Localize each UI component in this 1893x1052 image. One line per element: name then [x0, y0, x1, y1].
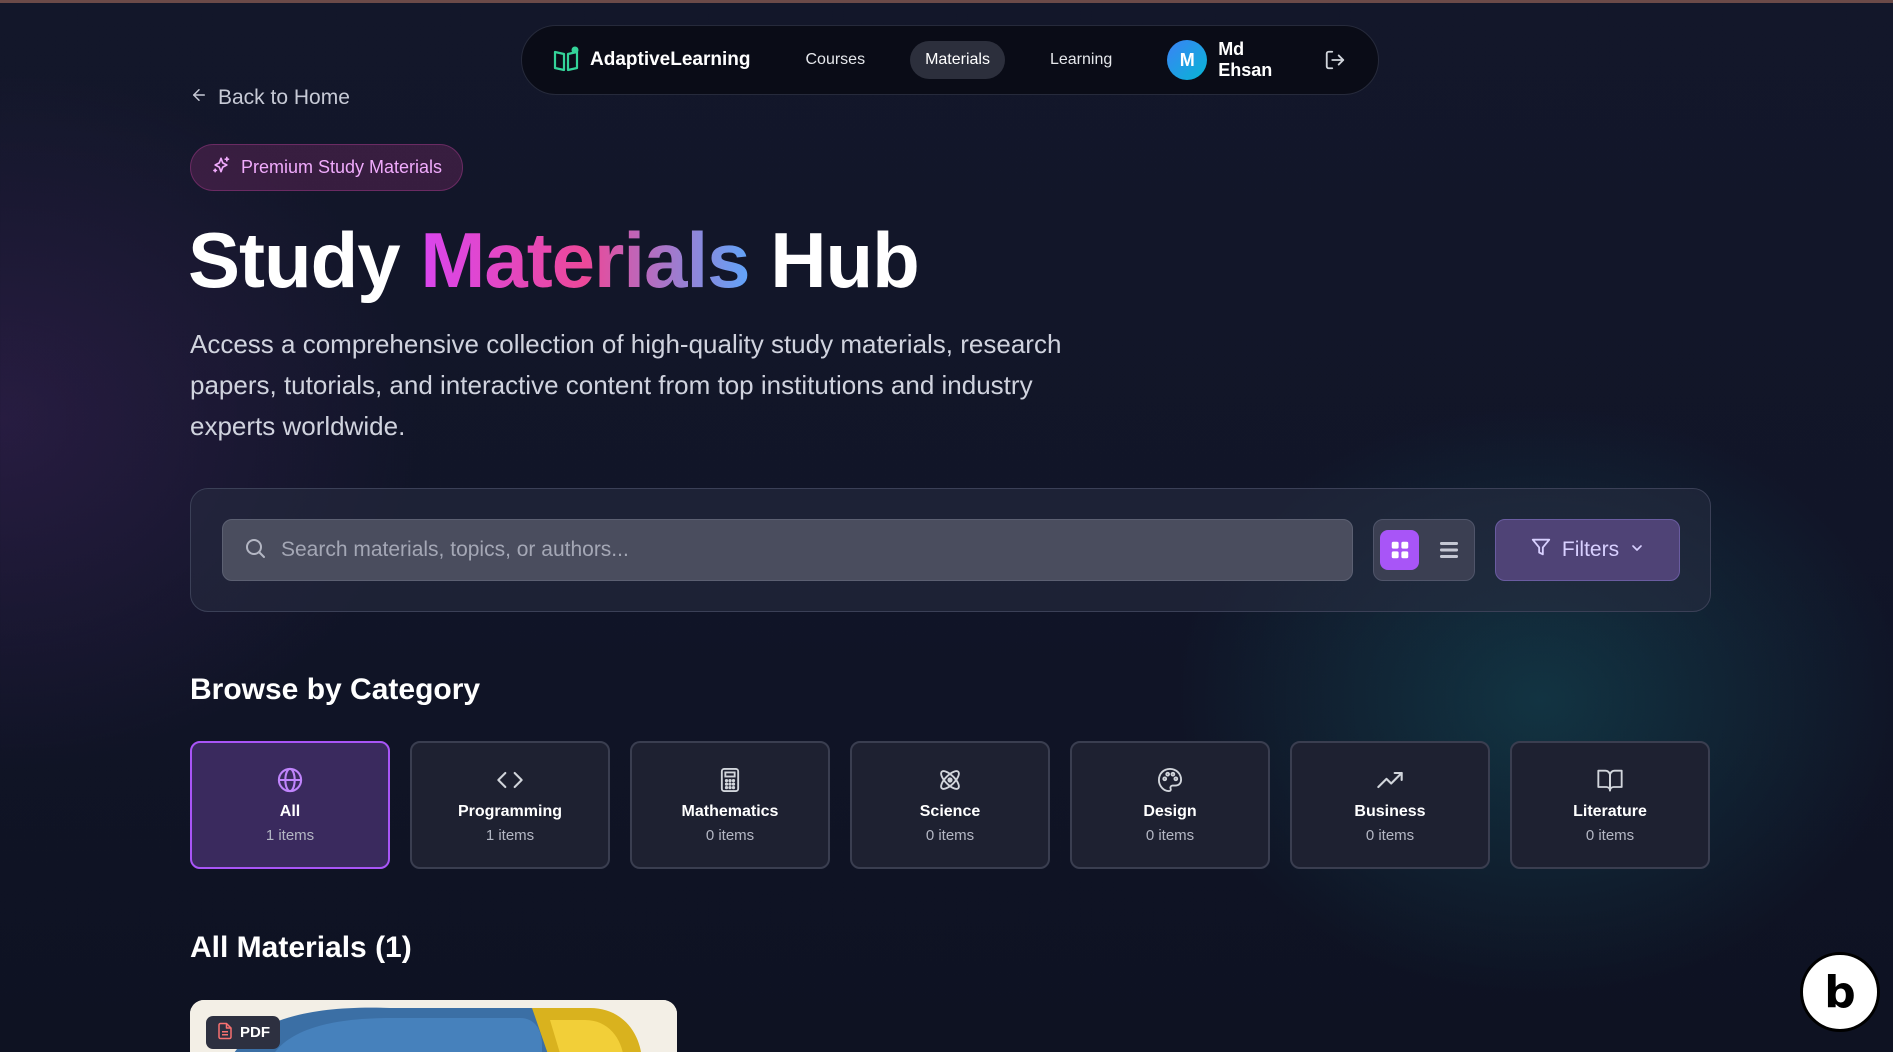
category-count: 1 items — [265, 827, 315, 844]
grid-view-button[interactable] — [1380, 530, 1419, 570]
category-name: Mathematics — [681, 803, 779, 820]
user-menu[interactable]: M Md Ehsan — [1167, 39, 1303, 81]
bolt-logo-icon: b — [1824, 966, 1856, 1018]
category-count: 1 items — [485, 827, 535, 844]
search-icon — [243, 536, 267, 565]
category-count: 0 items — [705, 827, 755, 844]
user-name: Md Ehsan — [1218, 39, 1273, 80]
file-icon — [216, 1022, 234, 1044]
category-count: 0 items — [1365, 827, 1415, 844]
material-card[interactable]: PDF — [190, 1000, 677, 1052]
filters-label: Filters — [1561, 538, 1620, 561]
category-list: All 1 items Programming 1 items Mathemat… — [190, 741, 1710, 869]
avatar: M — [1167, 40, 1208, 80]
category-mathematics[interactable]: Mathematics 0 items — [630, 741, 830, 869]
category-count: 0 items — [1145, 827, 1195, 844]
nav-link-materials[interactable]: Materials — [910, 41, 1005, 79]
category-all[interactable]: All 1 items — [190, 741, 390, 869]
premium-badge: Premium Study Materials — [190, 144, 464, 191]
title-part-2: Hub — [770, 216, 920, 304]
grid-icon — [1391, 541, 1408, 559]
category-count: 0 items — [925, 827, 975, 844]
category-name: Science — [919, 803, 981, 820]
category-name: All — [279, 803, 301, 820]
nav-link-courses[interactable]: Courses — [790, 41, 880, 79]
category-design[interactable]: Design 0 items — [1070, 741, 1270, 869]
category-count: 0 items — [1585, 827, 1635, 844]
search-box[interactable] — [222, 519, 1353, 581]
atom-icon — [935, 765, 965, 795]
category-business[interactable]: Business 0 items — [1290, 741, 1490, 869]
search-panel: Filters — [190, 488, 1711, 612]
title-highlight: Materials — [420, 216, 750, 304]
calculator-icon — [715, 765, 745, 795]
window-top-border — [0, 0, 1893, 3]
file-type-badge: PDF — [206, 1016, 280, 1049]
category-literature[interactable]: Literature 0 items — [1510, 741, 1710, 869]
filters-button[interactable]: Filters — [1495, 519, 1680, 581]
back-link-label: Back to Home — [218, 86, 350, 109]
brand-logo[interactable]: AdaptiveLearning — [552, 46, 750, 74]
category-science[interactable]: Science 0 items — [850, 741, 1050, 869]
categories-heading: Browse by Category — [190, 673, 481, 706]
book-open-icon — [552, 46, 580, 74]
logout-icon[interactable] — [1324, 48, 1348, 72]
code-icon — [495, 765, 525, 795]
search-input[interactable] — [281, 538, 1331, 562]
badge-label: Premium Study Materials — [241, 157, 443, 177]
back-to-home-link[interactable]: Back to Home — [190, 86, 350, 110]
book-open-icon — [1595, 765, 1625, 795]
nav-link-learning[interactable]: Learning — [1035, 41, 1127, 79]
file-type-label: PDF — [240, 1024, 270, 1041]
trending-up-icon — [1375, 765, 1405, 795]
category-name: Programming — [457, 803, 562, 820]
arrow-left-icon — [190, 86, 208, 110]
category-name: Design — [1143, 803, 1197, 820]
category-name: Business — [1354, 803, 1426, 820]
bolt-badge-logo[interactable]: b — [1800, 952, 1880, 1032]
category-programming[interactable]: Programming 1 items — [410, 741, 610, 869]
page-description: Access a comprehensive collection of hig… — [190, 329, 1062, 441]
category-name: Literature — [1573, 803, 1647, 820]
globe-icon — [275, 765, 305, 795]
brand-name: AdaptiveLearning — [590, 49, 751, 70]
page-title: Study Materials Hub — [188, 212, 920, 308]
palette-icon — [1155, 765, 1185, 795]
chevron-down-icon — [1629, 538, 1645, 562]
view-toggle — [1373, 519, 1475, 581]
filter-icon — [1530, 536, 1552, 564]
title-part-1: Study — [188, 216, 401, 304]
list-icon — [1439, 542, 1458, 558]
sparkles-icon — [211, 155, 231, 180]
top-navbar: AdaptiveLearning Courses Materials Learn… — [521, 25, 1379, 95]
list-view-button[interactable] — [1429, 530, 1468, 570]
materials-heading: All Materials (1) — [190, 931, 412, 964]
